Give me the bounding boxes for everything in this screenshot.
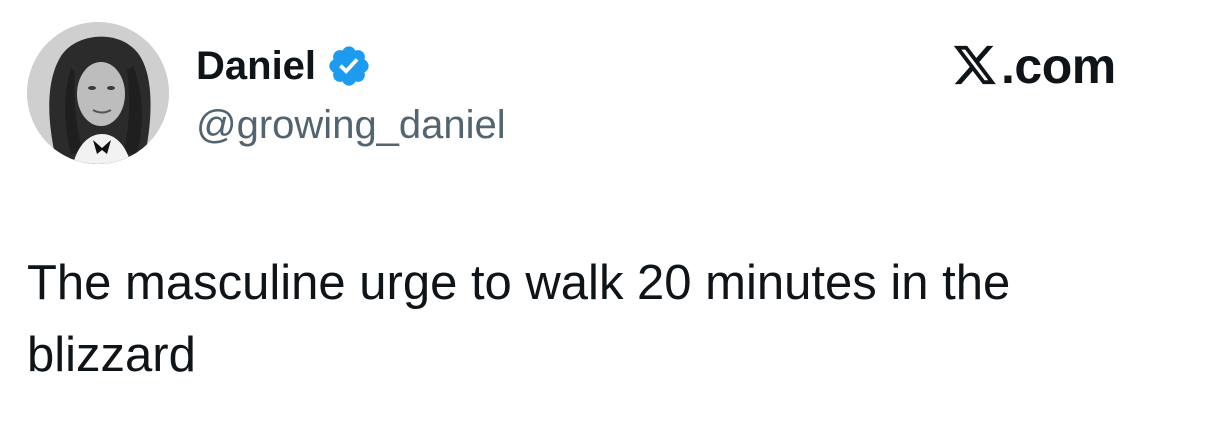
author-handle[interactable]: @growing_daniel	[196, 100, 506, 150]
display-name[interactable]: Daniel	[196, 40, 316, 92]
brand-text: .com	[1001, 38, 1116, 94]
tweet-card: Daniel @growing_daniel .com The masculin…	[0, 0, 1206, 436]
profile-photo-icon	[27, 22, 169, 164]
tweet-text: The masculine urge to walk 20 minutes in…	[27, 256, 1011, 382]
x-logo-icon	[952, 44, 998, 88]
verified-badge-icon	[326, 43, 372, 89]
author-name-row: Daniel	[196, 40, 372, 92]
avatar[interactable]	[27, 22, 169, 164]
brand-watermark: .com	[952, 38, 1116, 94]
